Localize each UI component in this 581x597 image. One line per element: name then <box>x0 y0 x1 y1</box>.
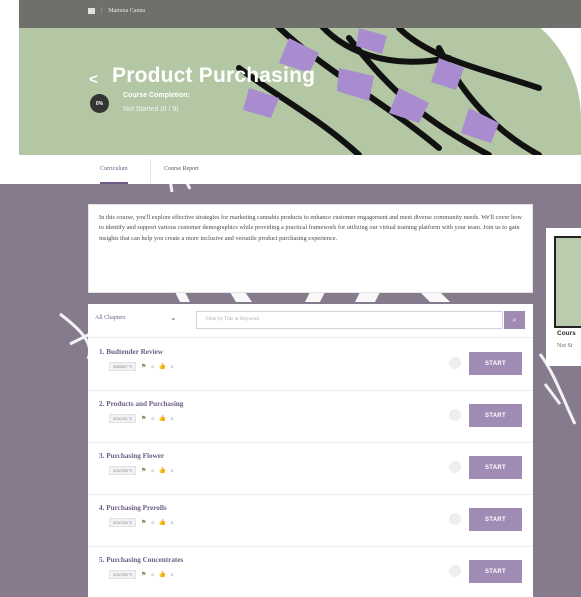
chapter-id: 3285807 ✎ <box>109 362 137 371</box>
thumbs-up-icon[interactable]: 👍 <box>159 415 166 422</box>
course-thumbnail <box>554 236 581 328</box>
chapter-title[interactable]: 3. Purchasing Flower <box>99 452 164 460</box>
status-indicator <box>449 357 461 369</box>
search-icon: ⌕ <box>512 315 517 324</box>
chapter-select[interactable]: All Chapters <box>95 315 126 321</box>
status-indicator <box>449 513 461 525</box>
start-button[interactable]: START <box>469 560 522 583</box>
like-count: 0 <box>171 416 174 421</box>
chapter-meta: 3240783 ✎ ⚑ 0 👍 0 <box>109 466 173 475</box>
course-title: Product Purchasing <box>112 64 316 87</box>
flag-count: 0 <box>151 364 154 369</box>
flag-icon[interactable]: ⚑ <box>141 519 146 526</box>
tab-course-report[interactable]: Course Report <box>164 155 199 184</box>
back-button[interactable]: < <box>89 72 98 87</box>
breadcrumb-separator: | <box>101 8 103 14</box>
curriculum-area: In this course, you'll explore effective… <box>0 184 581 597</box>
course-description-card: In this course, you'll explore effective… <box>88 204 533 293</box>
flag-count: 0 <box>151 572 154 577</box>
chapter-row[interactable]: 3. Purchasing Flower 3240783 ✎ ⚑ 0 👍 0 STA… <box>88 442 533 495</box>
breadcrumb: | Mamma Canna <box>88 8 145 14</box>
breadcrumb-site[interactable]: Mamma Canna <box>108 8 145 14</box>
status-indicator <box>449 565 461 577</box>
course-description: In this course, you'll explore effective… <box>99 214 522 242</box>
tab-divider <box>150 159 151 183</box>
chapter-title[interactable]: 4. Purchasing Prerolls <box>99 504 167 512</box>
filter-bar: All Chapters ⌄ Filter by Title or Keywor… <box>88 304 533 338</box>
start-button[interactable]: START <box>469 508 522 531</box>
chapter-id: 3240784 ✎ <box>109 518 137 527</box>
like-count: 0 <box>171 572 174 577</box>
home-icon[interactable] <box>88 8 95 14</box>
course-hero: < Product Purchasing 0% Course Completio… <box>19 28 581 155</box>
status-indicator <box>449 461 461 473</box>
chapter-meta: 3240784 ✎ ⚑ 0 👍 0 <box>109 518 173 527</box>
thumbs-up-icon[interactable]: 👍 <box>159 467 166 474</box>
thumbs-up-icon[interactable]: 👍 <box>159 571 166 578</box>
chapter-row[interactable]: 4. Purchasing Prerolls 3240784 ✎ ⚑ 0 👍 0 S… <box>88 494 533 547</box>
flag-icon[interactable]: ⚑ <box>141 363 146 370</box>
chapter-row[interactable]: 2. Products and Purchasing 3240781 ✎ ⚑ 0 … <box>88 390 533 443</box>
course-tabs: Curriculum Course Report <box>19 155 581 184</box>
flag-count: 0 <box>151 416 154 421</box>
chapter-id: 3240783 ✎ <box>109 466 137 475</box>
chapter-id: 3240781 ✎ <box>109 414 137 423</box>
chapter-meta: 3240781 ✎ ⚑ 0 👍 0 <box>109 414 173 423</box>
chapter-meta: 3240785 ✎ ⚑ 0 👍 0 <box>109 570 173 579</box>
completion-label: Course Completion: <box>123 92 190 99</box>
thumbs-up-icon[interactable]: 👍 <box>159 363 166 370</box>
page-corner-curve <box>540 28 581 118</box>
chapter-title[interactable]: 1. Budtender Review <box>99 348 163 356</box>
chapter-row[interactable]: 5. Purchasing Concentrates 3240785 ✎ ⚑ 0 … <box>88 546 533 597</box>
flag-icon[interactable]: ⚑ <box>141 571 146 578</box>
flag-count: 0 <box>151 520 154 525</box>
top-bar: | Mamma Canna <box>19 0 581 28</box>
like-count: 0 <box>171 520 174 525</box>
chapter-row[interactable]: 1. Budtender Review 3285807 ✎ ⚑ 0 👍 0 STAR… <box>88 338 533 391</box>
start-button[interactable]: START <box>469 456 522 479</box>
chevron-down-icon[interactable]: ⌄ <box>170 313 177 322</box>
side-card-status: Not St <box>557 343 573 349</box>
tab-curriculum[interactable]: Curriculum <box>100 155 128 184</box>
status-indicator <box>449 409 461 421</box>
start-button[interactable]: START <box>469 404 522 427</box>
completion-status: Not Started (0 / 9) <box>123 106 179 113</box>
side-card-title: Cours <box>557 330 576 337</box>
thumbs-up-icon[interactable]: 👍 <box>159 519 166 526</box>
search-button[interactable]: ⌕ <box>504 311 525 329</box>
flag-icon[interactable]: ⚑ <box>141 467 146 474</box>
filter-input[interactable]: Filter by Title or Keyword <box>196 311 503 329</box>
chapter-title[interactable]: 2. Products and Purchasing <box>99 400 183 408</box>
like-count: 0 <box>171 364 174 369</box>
start-button[interactable]: START <box>469 352 522 375</box>
flag-count: 0 <box>151 468 154 473</box>
flag-icon[interactable]: ⚑ <box>141 415 146 422</box>
chapter-title[interactable]: 5. Purchasing Concentrates <box>99 556 183 564</box>
course-page: | Mamma Canna < Product Purchasing 0% Co… <box>0 0 581 597</box>
chapters-panel: All Chapters ⌄ Filter by Title or Keywor… <box>88 304 533 597</box>
chapter-meta: 3285807 ✎ ⚑ 0 👍 0 <box>109 362 173 371</box>
like-count: 0 <box>171 468 174 473</box>
chapter-id: 3240785 ✎ <box>109 570 137 579</box>
progress-circle: 0% <box>90 94 109 113</box>
